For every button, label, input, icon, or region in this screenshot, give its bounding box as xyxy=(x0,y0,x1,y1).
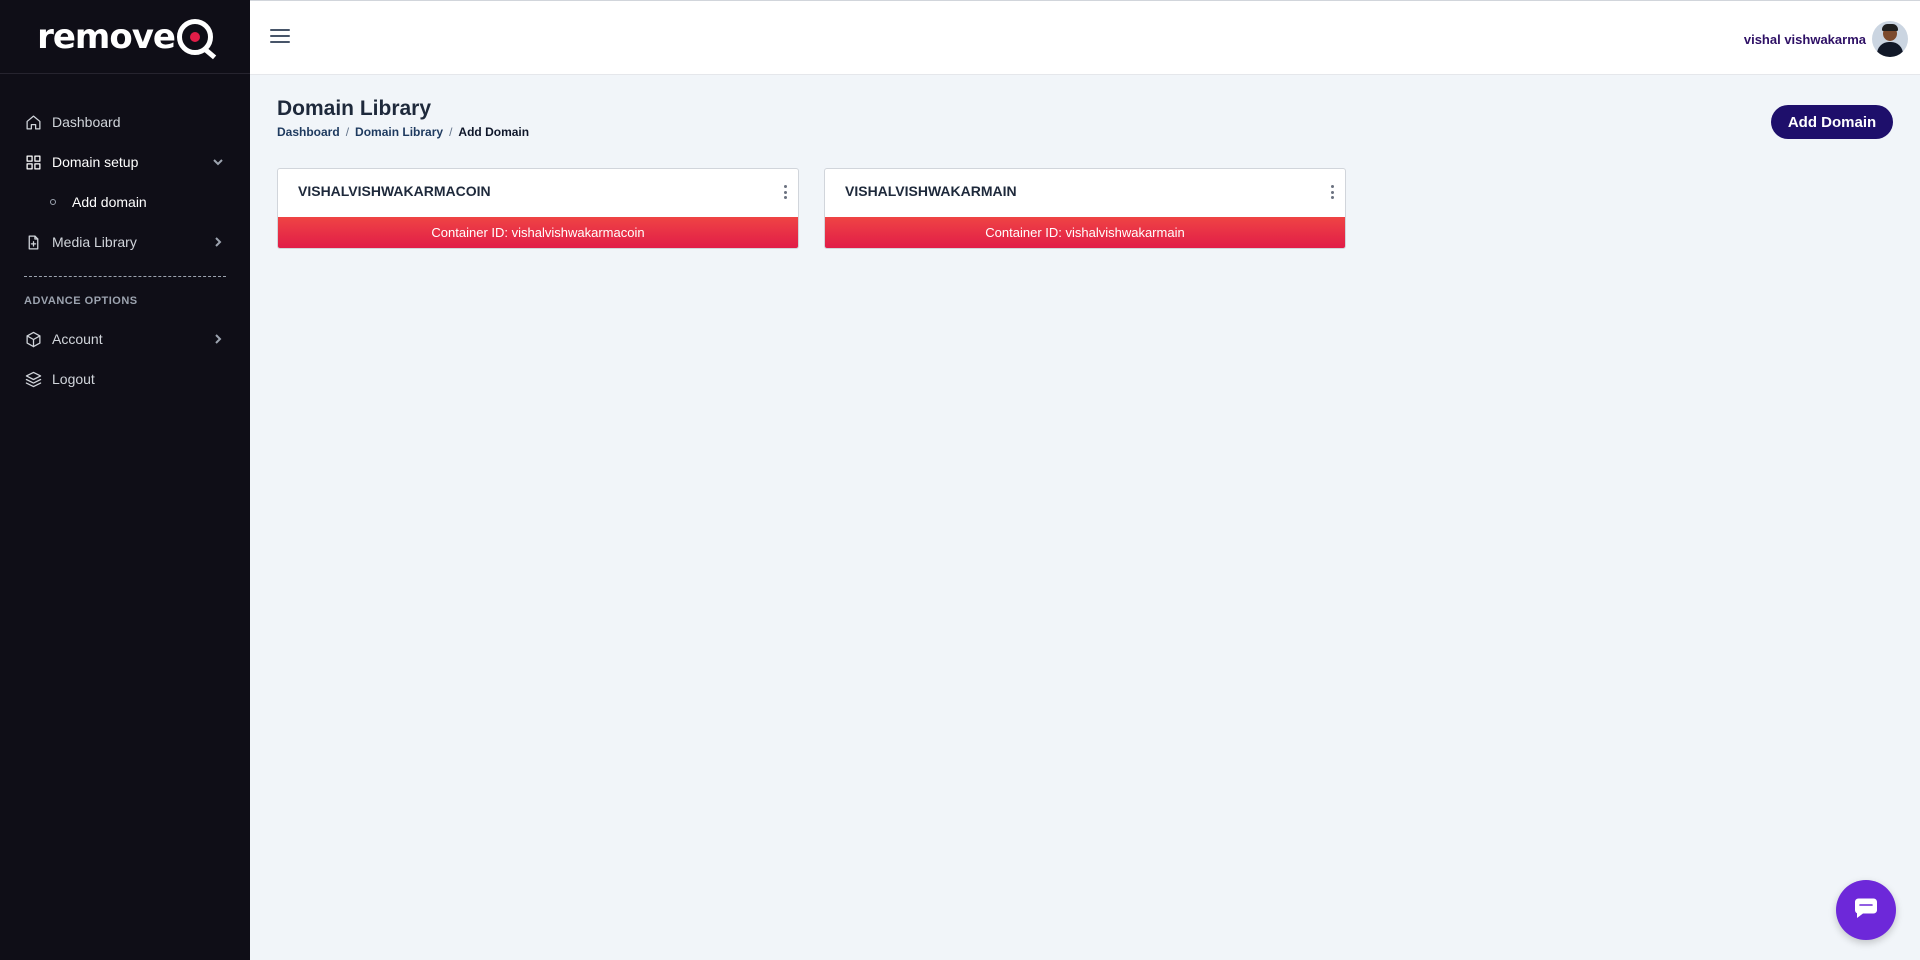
domain-card-title: VISHALVISHWAKARMAIN xyxy=(845,183,1017,199)
sidebar-divider xyxy=(24,276,226,277)
more-options-icon[interactable] xyxy=(782,183,788,201)
domain-cards: VISHALVISHWAKARMACOIN Container ID: vish… xyxy=(277,168,1371,249)
more-options-icon[interactable] xyxy=(1329,183,1335,201)
sidebar: remove Dashboard Domain setup Add domain xyxy=(0,0,250,960)
logo-text: remove xyxy=(37,17,213,57)
breadcrumb-separator: / xyxy=(345,125,350,139)
main-content: Domain Library Dashboard / Domain Librar… xyxy=(250,75,1920,960)
logo-q-icon xyxy=(176,18,213,55)
user-name: vishal vishwakarma xyxy=(1743,31,1866,47)
domain-card-container-id: Container ID: vishalvishwakarmain xyxy=(825,217,1345,248)
domain-card[interactable]: VISHALVISHWAKARMAIN Container ID: vishal… xyxy=(824,168,1346,249)
sidebar-item-label: Account xyxy=(52,331,103,347)
domain-card-title: VISHALVISHWAKARMACOIN xyxy=(298,183,491,199)
logo-wordmark: remove xyxy=(37,16,176,57)
box-icon xyxy=(24,330,42,348)
chevron-right-icon xyxy=(212,235,224,247)
chat-icon xyxy=(1851,893,1881,928)
chevron-right-icon xyxy=(212,332,224,344)
sidebar-item-label: Domain setup xyxy=(52,154,139,170)
section-label-advance-options: ADVANCE OPTIONS xyxy=(24,295,138,307)
sidebar-item-label: Dashboard xyxy=(52,114,121,130)
menu-toggle-icon[interactable] xyxy=(270,29,290,47)
breadcrumb: Dashboard / Domain Library / Add Domain xyxy=(277,125,529,139)
sidebar-subitem-add-domain[interactable]: Add domain xyxy=(0,182,250,222)
chevron-down-icon xyxy=(212,155,224,167)
page-title: Domain Library xyxy=(277,97,432,120)
grid-icon xyxy=(24,153,42,171)
file-add-icon xyxy=(24,233,42,251)
breadcrumb-dashboard[interactable]: Dashboard xyxy=(277,125,340,139)
home-icon xyxy=(24,113,42,131)
sidebar-item-logout[interactable]: Logout xyxy=(0,359,250,399)
breadcrumb-separator: / xyxy=(449,125,453,139)
domain-card-container-id: Container ID: vishalvishwakarmacoin xyxy=(278,217,798,248)
sidebar-item-media-library[interactable]: Media Library xyxy=(0,222,250,262)
chat-launcher-button[interactable] xyxy=(1836,880,1896,940)
sidebar-item-label: Logout xyxy=(52,371,95,387)
domain-card[interactable]: VISHALVISHWAKARMACOIN Container ID: vish… xyxy=(277,168,799,249)
sidebar-nav: Dashboard Domain setup Add domain Media … xyxy=(0,74,250,399)
sidebar-item-dashboard[interactable]: Dashboard xyxy=(0,102,250,142)
user-menu[interactable]: vishal vishwakarma xyxy=(1744,21,1908,57)
top-header: vishal vishwakarma xyxy=(250,0,1920,75)
breadcrumb-domain-library[interactable]: Domain Library xyxy=(355,125,443,139)
sidebar-item-account[interactable]: Account xyxy=(0,319,250,359)
bullet-icon xyxy=(50,199,56,205)
add-domain-button[interactable]: Add Domain xyxy=(1771,105,1893,139)
sidebar-item-label: Media Library xyxy=(52,234,137,250)
brand-logo[interactable]: remove xyxy=(0,0,250,74)
breadcrumb-current: Add Domain xyxy=(458,125,530,139)
layers-icon xyxy=(24,370,42,388)
sidebar-item-domain-setup[interactable]: Domain setup xyxy=(0,142,250,182)
avatar xyxy=(1872,21,1908,57)
sidebar-subitem-label: Add domain xyxy=(72,194,147,210)
